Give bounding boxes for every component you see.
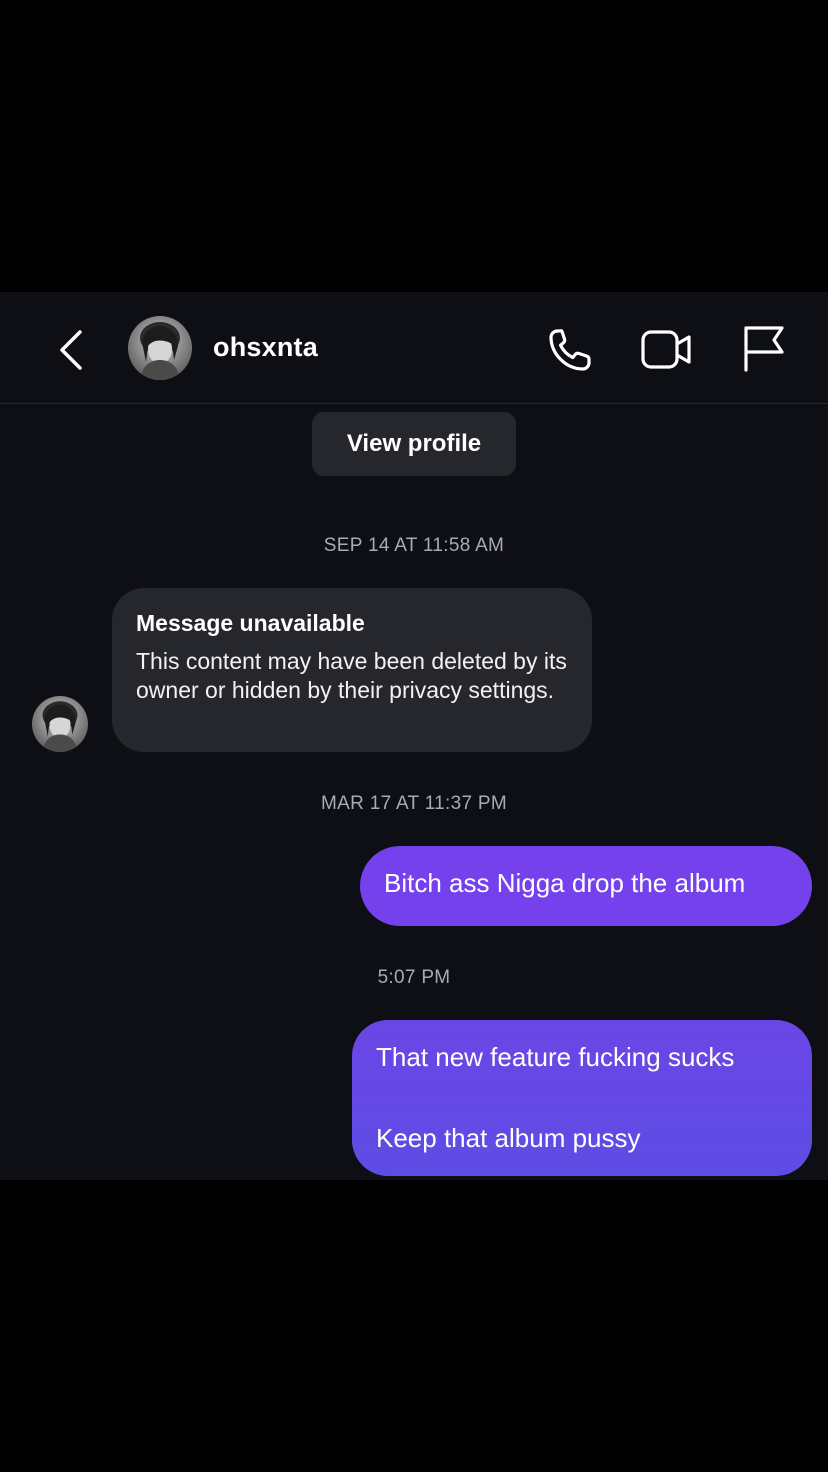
voice-call-button[interactable]	[542, 322, 598, 378]
flag-icon	[744, 326, 784, 372]
message-text: Keep that album pussy	[376, 1123, 641, 1153]
message-timestamp: SEP 14 AT 11:58 AM	[323, 535, 505, 556]
video-call-button[interactable]	[638, 322, 694, 378]
chat-screen: ohsxnta View profile SEP 14 AT 11:58 AM	[0, 292, 828, 1180]
avatar[interactable]	[128, 316, 192, 380]
sender-avatar[interactable]	[32, 696, 88, 752]
message-timestamp: 5:07 PM	[377, 967, 451, 988]
message-text: That new feature fucking sucks	[376, 1042, 735, 1072]
back-button[interactable]	[48, 322, 96, 378]
report-button[interactable]	[734, 322, 790, 378]
message-unavailable-body: This content may have been deleted by it…	[136, 648, 567, 703]
view-profile-button[interactable]: View profile	[312, 412, 516, 476]
chat-username[interactable]: ohsxnta	[213, 332, 318, 363]
sent-message-bubble[interactable]: That new feature fucking sucks Keep that…	[352, 1020, 812, 1176]
chat-header: ohsxnta	[0, 292, 828, 404]
message-timestamp: MAR 17 AT 11:37 PM	[321, 793, 507, 814]
phone-icon	[549, 329, 591, 371]
received-message-bubble[interactable]: Message unavailable This content may hav…	[112, 588, 592, 752]
video-camera-icon	[641, 330, 691, 369]
back-chevron-icon	[60, 330, 82, 370]
line-break	[376, 1073, 788, 1123]
message-unavailable-title: Message unavailable	[136, 610, 365, 636]
sent-message-bubble[interactable]: Bitch ass Nigga drop the album	[360, 846, 812, 926]
